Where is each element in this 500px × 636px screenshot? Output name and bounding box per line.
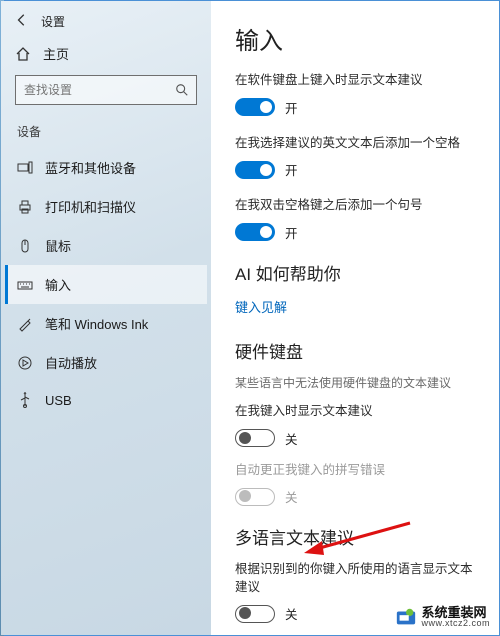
window-title: 设置 — [41, 13, 65, 30]
toggle1-state: 开 — [285, 98, 298, 117]
toggle4-title: 在我键入时显示文本建议 — [235, 403, 477, 421]
sidebar-item-autoplay[interactable]: 自动播放 — [5, 343, 207, 382]
toggle3[interactable] — [235, 223, 275, 241]
sidebar-item-usb[interactable]: USB — [5, 382, 207, 418]
search-icon — [175, 83, 189, 97]
toggle4-state: 关 — [285, 429, 298, 448]
toggle2-state: 开 — [285, 160, 298, 179]
keyboard-icon — [17, 277, 33, 293]
main-content: 输入 在软件键盘上键入时显示文本建议 开 在我选择建议的英文文本后添加一个空格 … — [211, 1, 499, 635]
sidebar-item-mouse[interactable]: 鼠标 — [5, 226, 207, 265]
nav-label: USB — [45, 393, 72, 408]
toggle6[interactable] — [235, 605, 275, 623]
nav-label: 蓝牙和其他设备 — [45, 158, 136, 177]
sidebar-home[interactable]: 主页 — [5, 38, 207, 75]
watermark-logo-icon — [395, 606, 417, 628]
mouse-icon — [17, 238, 33, 254]
nav-label: 笔和 Windows Ink — [45, 314, 148, 333]
toggle5-state: 关 — [285, 487, 298, 506]
nav-label: 输入 — [45, 275, 71, 294]
nav-label: 自动播放 — [45, 353, 97, 372]
toggle6-state: 关 — [285, 604, 298, 623]
toggle2[interactable] — [235, 161, 275, 179]
toggle4[interactable] — [235, 429, 275, 447]
home-label: 主页 — [43, 44, 69, 63]
nav-label: 打印机和扫描仪 — [45, 197, 136, 216]
devices-icon — [17, 160, 33, 176]
pen-icon — [17, 316, 33, 332]
usb-icon — [17, 392, 33, 408]
hw-section-head: 硬件键盘 — [235, 338, 477, 363]
sidebar-item-printers[interactable]: 打印机和扫描仪 — [5, 187, 207, 226]
sidebar-item-bluetooth[interactable]: 蓝牙和其他设备 — [5, 148, 207, 187]
toggle2-title: 在我选择建议的英文文本后添加一个空格 — [235, 135, 477, 153]
typing-insights-link[interactable]: 键入见解 — [235, 297, 287, 316]
printer-icon — [17, 199, 33, 215]
watermark: 系统重装网 www.xtcz2.com — [391, 604, 494, 630]
search-input[interactable] — [15, 75, 197, 105]
page-heading: 输入 — [235, 21, 477, 56]
toggle1-title: 在软件键盘上键入时显示文本建议 — [235, 72, 477, 90]
autoplay-icon — [17, 355, 33, 371]
toggle1[interactable] — [235, 98, 275, 116]
sidebar-section-label: 设备 — [5, 119, 207, 148]
back-icon[interactable] — [15, 13, 29, 30]
nav-label: 鼠标 — [45, 236, 71, 255]
sidebar: 设置 主页 设备 蓝牙和其他设备 打印机和扫描仪 鼠标 — [1, 1, 211, 635]
ai-section-head: AI 如何帮助你 — [235, 260, 477, 285]
toggle3-title: 在我双击空格键之后添加一个句号 — [235, 197, 477, 215]
toggle3-state: 开 — [285, 223, 298, 242]
sidebar-item-typing[interactable]: 输入 — [5, 265, 207, 304]
toggle5-title: 自动更正我键入的拼写错误 — [235, 462, 477, 480]
toggle5 — [235, 488, 275, 506]
hw-section-desc: 某些语言中无法使用硬件键盘的文本建议 — [235, 375, 477, 392]
toggle6-title: 根据识别到的你键入所使用的语言显示文本建议 — [235, 561, 477, 596]
watermark-url: www.xtcz2.com — [421, 619, 490, 628]
sidebar-nav: 蓝牙和其他设备 打印机和扫描仪 鼠标 输入 笔和 Windows Ink 自动播… — [5, 148, 207, 418]
sidebar-item-pen[interactable]: 笔和 Windows Ink — [5, 304, 207, 343]
home-icon — [15, 46, 31, 62]
multilang-head: 多语言文本建议 — [235, 524, 477, 549]
